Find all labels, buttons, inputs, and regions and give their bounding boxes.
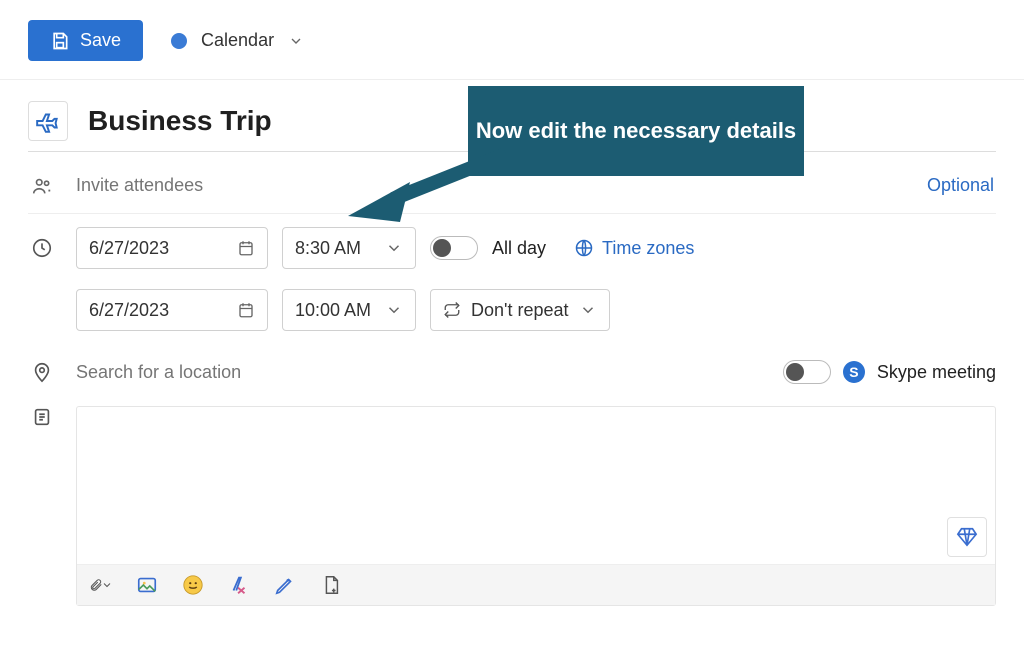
instruction-callout-text: Now edit the necessary details: [476, 117, 796, 146]
emoji-icon: [182, 574, 204, 596]
template-button[interactable]: [319, 573, 343, 597]
editor-premium-button[interactable]: [947, 517, 987, 557]
time-zones-label: Time zones: [602, 238, 694, 259]
ink-button[interactable]: [273, 573, 297, 597]
all-day-toggle[interactable]: [430, 236, 478, 260]
editor-toolbar: [77, 564, 995, 605]
diamond-icon: [956, 526, 978, 548]
description-textarea[interactable]: [77, 407, 995, 564]
start-time-row: 6/27/2023 8:30 AM All day Time zones: [28, 220, 996, 276]
save-button-label: Save: [80, 30, 121, 51]
time-zones-link[interactable]: Time zones: [574, 238, 694, 259]
all-day-label: All day: [492, 238, 546, 259]
people-icon: [31, 175, 53, 197]
start-date-field[interactable]: 6/27/2023: [76, 227, 268, 269]
start-date-value: 6/27/2023: [89, 238, 169, 259]
end-date-field[interactable]: 6/27/2023: [76, 289, 268, 331]
save-icon: [50, 31, 70, 51]
repeat-icon: [443, 301, 461, 319]
chevron-down-icon: [579, 301, 597, 319]
start-time-field[interactable]: 8:30 AM: [282, 227, 416, 269]
event-category-icon-button[interactable]: [28, 101, 68, 141]
clear-formatting-button[interactable]: [227, 573, 251, 597]
event-toolbar: Save Calendar: [0, 0, 1024, 80]
clock-icon: [31, 237, 53, 259]
airplane-icon: [35, 108, 61, 134]
end-date-value: 6/27/2023: [89, 300, 169, 321]
chevron-down-icon: [385, 301, 403, 319]
recurrence-field[interactable]: Don't repeat: [430, 289, 610, 331]
skype-toggle[interactable]: [783, 360, 831, 384]
chevron-down-icon: [101, 579, 113, 591]
pen-icon: [274, 574, 296, 596]
chevron-down-icon: [385, 239, 403, 257]
save-button[interactable]: Save: [28, 20, 143, 61]
skype-label: Skype meeting: [877, 362, 996, 383]
insert-emoji-button[interactable]: [181, 573, 205, 597]
recurrence-value: Don't repeat: [471, 300, 569, 321]
insert-image-button[interactable]: [135, 573, 159, 597]
location-pin-icon: [31, 361, 53, 383]
instruction-callout: Now edit the necessary details: [468, 86, 804, 176]
start-time-value: 8:30 AM: [295, 238, 361, 259]
globe-icon: [574, 238, 594, 258]
skype-meeting-group: S Skype meeting: [783, 360, 996, 384]
calendar-icon: [237, 301, 255, 319]
location-row: S Skype meeting: [28, 344, 996, 400]
end-time-value: 10:00 AM: [295, 300, 371, 321]
description-editor: [76, 406, 996, 606]
attach-file-button[interactable]: [89, 573, 113, 597]
description-icon: [31, 406, 53, 428]
image-icon: [136, 574, 158, 596]
skype-icon: S: [843, 361, 865, 383]
toggle-knob: [786, 363, 804, 381]
calendar-selector-label: Calendar: [201, 30, 274, 51]
chevron-down-icon: [288, 33, 304, 49]
end-time-row: 6/27/2023 10:00 AM Don't repeat: [28, 282, 996, 338]
optional-attendees-link[interactable]: Optional: [927, 175, 996, 196]
location-input[interactable]: [76, 354, 769, 391]
description-row: [28, 406, 996, 606]
end-time-field[interactable]: 10:00 AM: [282, 289, 416, 331]
calendar-color-dot: [171, 33, 187, 49]
toggle-knob: [433, 239, 451, 257]
erase-format-icon: [228, 574, 250, 596]
page-add-icon: [320, 574, 342, 596]
calendar-selector[interactable]: Calendar: [171, 30, 304, 51]
calendar-icon: [237, 239, 255, 257]
